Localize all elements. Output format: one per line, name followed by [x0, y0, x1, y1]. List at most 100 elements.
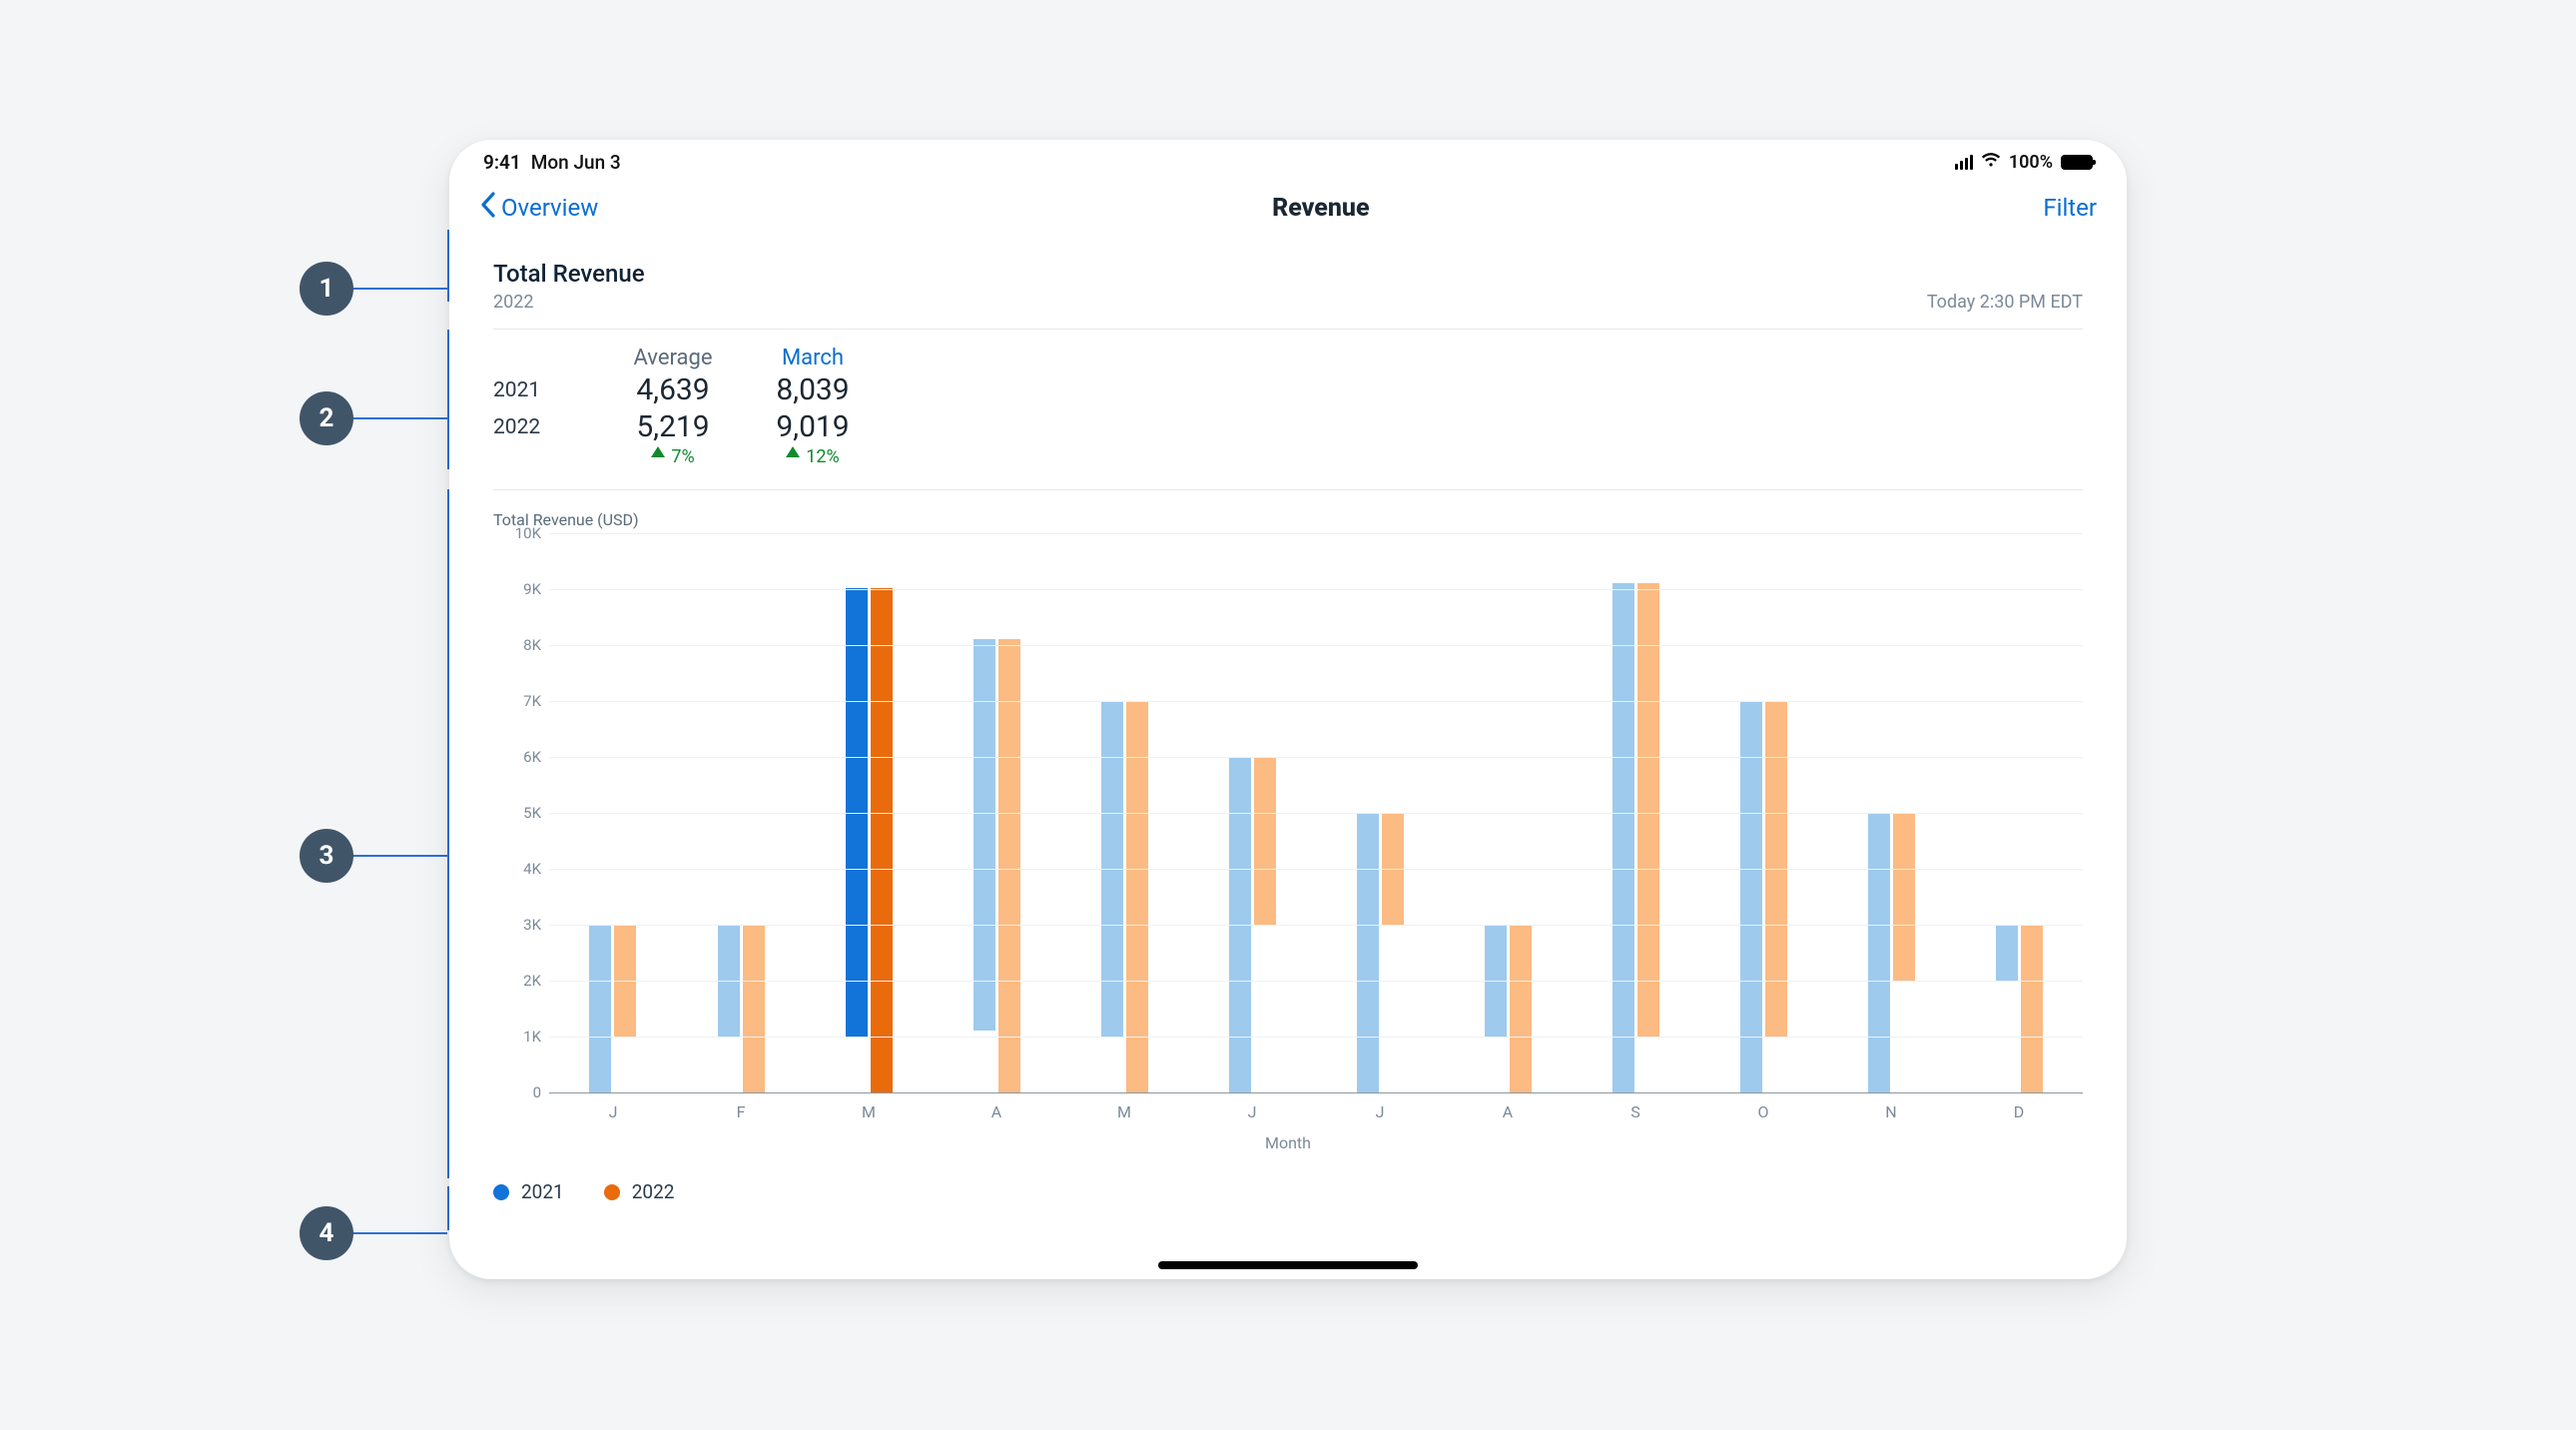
bar[interactable] [2021, 925, 2043, 1092]
wifi-icon [1981, 152, 2001, 173]
bar-group[interactable] [1996, 925, 2043, 1092]
bar[interactable] [1357, 813, 1379, 1092]
y-tick-label: 1K [523, 1028, 541, 1046]
y-tick-label: 8K [523, 636, 541, 654]
legend-label: 2022 [632, 1180, 675, 1203]
section-header: Total Revenue 2022 Today 2:30 PM EDT [493, 238, 2083, 330]
bar[interactable] [1893, 813, 1915, 981]
page-title: Revenue [1272, 194, 1369, 223]
bar-group[interactable] [1357, 813, 1404, 1092]
metrics-col-month: March [743, 346, 883, 370]
chart-x-axis-title: Month [493, 1133, 2083, 1152]
y-tick-label: 2K [523, 972, 541, 990]
annotation-callout-2: 2 [300, 391, 447, 445]
bar-group[interactable] [1101, 701, 1148, 1092]
bar[interactable] [973, 639, 995, 1031]
y-tick-label: 10K [515, 524, 541, 542]
metrics-value: 9,019 [743, 409, 883, 444]
metrics-block: Average March 2021 4,639 8,039 2022 5,21… [493, 330, 2083, 490]
bar[interactable] [743, 925, 765, 1092]
x-axis: JFMAMJJASOND [549, 1102, 2083, 1121]
bar-group[interactable] [973, 639, 1020, 1092]
y-tick-label: 0 [533, 1083, 541, 1101]
bar[interactable] [1612, 583, 1634, 1092]
bar[interactable] [1254, 757, 1276, 925]
status-date: Mon Jun 3 [531, 151, 621, 174]
metrics-change: 12% [743, 446, 883, 467]
bar[interactable] [1996, 925, 2018, 981]
metrics-row-year: 2022 [493, 415, 603, 439]
x-tick-label: N [1827, 1102, 1955, 1121]
filter-button[interactable]: Filter [2043, 194, 2097, 222]
metrics-col-average: Average [603, 346, 743, 370]
up-triangle-icon [651, 446, 665, 457]
annotation-badge: 4 [300, 1206, 353, 1260]
x-tick-label: A [1444, 1102, 1572, 1121]
annotation-callout-3: 3 [300, 829, 447, 883]
bar-group[interactable] [1740, 701, 1787, 1092]
x-tick-label: M [1060, 1102, 1188, 1121]
legend-item: 2021 [493, 1180, 564, 1203]
annotation-callout-1: 1 [300, 262, 447, 316]
x-tick-label: A [933, 1102, 1060, 1121]
annotation-badge: 3 [300, 829, 353, 883]
bar[interactable] [589, 925, 611, 1092]
bar-group[interactable] [1612, 583, 1659, 1092]
navigation-bar: Overview Revenue Filter [449, 184, 2127, 238]
x-tick-label: D [1955, 1102, 2083, 1121]
back-button[interactable]: Overview [479, 192, 598, 224]
x-tick-label: J [1316, 1102, 1444, 1121]
y-tick-label: 9K [523, 580, 541, 598]
chevron-left-icon [479, 192, 497, 224]
y-tick-label: 4K [523, 860, 541, 878]
annotation-callout-4: 4 [300, 1206, 447, 1260]
bar[interactable] [1868, 813, 1890, 1092]
bar[interactable] [1740, 701, 1762, 1092]
x-tick-label: J [1188, 1102, 1316, 1121]
up-triangle-icon [786, 446, 800, 457]
cellular-icon [1955, 155, 1973, 170]
metrics-row-year: 2021 [493, 378, 603, 402]
section-subtitle: 2022 [493, 292, 645, 313]
bar[interactable] [1510, 925, 1532, 1092]
x-tick-label: M [805, 1102, 933, 1121]
section-title: Total Revenue [493, 260, 645, 288]
legend-label: 2021 [521, 1180, 564, 1203]
status-time: 9:41 [483, 151, 521, 174]
battery-percent: 100% [2009, 152, 2053, 173]
metrics-change: 7% [603, 446, 743, 467]
home-indicator [1158, 1261, 1418, 1269]
metrics-value: 8,039 [743, 372, 883, 407]
y-tick-label: 6K [523, 748, 541, 766]
back-label: Overview [501, 194, 598, 222]
x-tick-label: S [1572, 1102, 1699, 1121]
bar[interactable] [871, 588, 893, 1092]
legend-item: 2022 [604, 1180, 675, 1203]
chart-plot-area [549, 533, 2083, 1092]
chart[interactable]: Total Revenue (USD) 0 1K 2K 3K 4K 5K 6K 7K 8K 9K 1… [493, 490, 2083, 1152]
y-tick-label: 3K [523, 916, 541, 934]
timestamp: Today 2:30 PM EDT [1927, 292, 2083, 313]
x-tick-label: O [1699, 1102, 1827, 1121]
chart-legend: 2021 2022 [493, 1152, 2083, 1213]
bar-group[interactable] [1485, 925, 1532, 1092]
y-tick-label: 7K [523, 692, 541, 710]
bar-group[interactable] [846, 588, 893, 1092]
bar[interactable] [998, 639, 1020, 1092]
battery-icon [2061, 155, 2093, 170]
y-tick-label: 5K [523, 804, 541, 822]
metrics-value: 4,639 [603, 372, 743, 407]
y-axis: 01K2K3K4K5K6K7K8K9K10K [493, 533, 549, 1092]
metrics-value: 5,219 [603, 409, 743, 444]
x-tick-label: F [677, 1102, 805, 1121]
status-bar: 9:41 Mon Jun 3 100% [449, 140, 2127, 184]
annotation-badge: 1 [300, 262, 353, 316]
bar[interactable] [1126, 701, 1148, 1092]
bar[interactable] [1637, 583, 1659, 1037]
bar-group[interactable] [718, 925, 765, 1092]
tablet-frame: 9:41 Mon Jun 3 100% Overview Revenue Fil… [449, 140, 2127, 1279]
bar-group[interactable] [589, 925, 636, 1092]
bar-group[interactable] [1868, 813, 1915, 1092]
legend-swatch-icon [604, 1184, 620, 1200]
chart-y-axis-title: Total Revenue (USD) [493, 510, 2083, 529]
